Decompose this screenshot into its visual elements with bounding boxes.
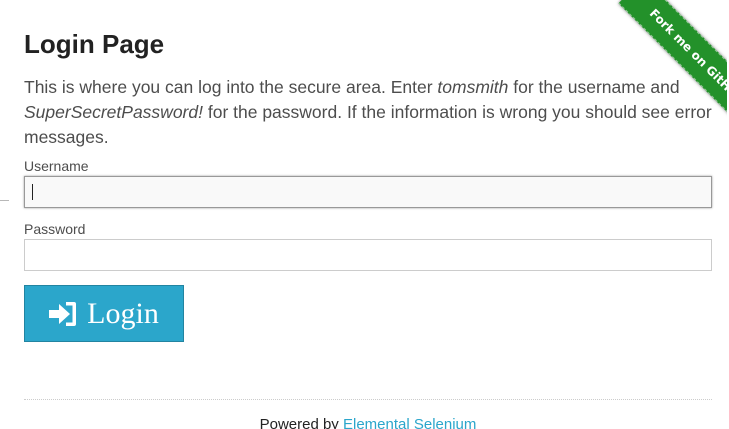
username-hint: tomsmith [437,77,509,97]
password-input[interactable] [24,239,712,271]
ribbon-text: Fork me on GitHub [646,6,729,106]
elemental-selenium-link[interactable]: Elemental Selenium [343,416,476,429]
password-hint: SuperSecretPassword! [24,102,203,122]
page-footer: Powered by Elemental Selenium [9,416,727,429]
page-title: Login Page [24,29,165,59]
username-label: Username [24,158,89,174]
footer-divider [24,399,712,400]
footer-prefix: Powered by [259,416,343,429]
fork-ribbon-container: Fork me on GitHub [589,0,729,140]
username-input[interactable] [24,176,712,208]
edge-divider [0,200,9,201]
sign-in-icon [49,301,77,326]
password-label: Password [24,221,86,237]
browser-viewport: Login Page This is where you can log int… [0,0,729,429]
intro-part-1: This is where you can log into the secur… [24,77,438,97]
login-button-label: Login [87,296,159,330]
text-caret [32,184,33,200]
login-button[interactable]: Login [24,285,184,342]
left-window-edge [0,0,9,429]
fork-me-on-github-ribbon[interactable]: Fork me on GitHub [618,0,729,135]
